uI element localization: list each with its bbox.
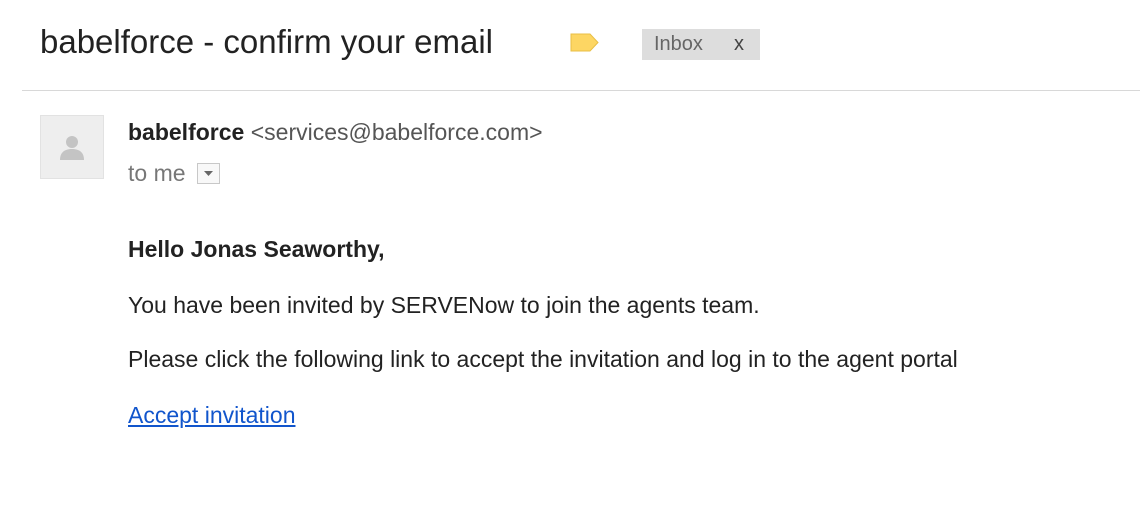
sender-line: babelforce <services@babelforce.com> — [128, 116, 543, 148]
recipient-line: to me — [128, 157, 220, 189]
inbox-label-text: Inbox — [654, 33, 703, 55]
sender-avatar — [40, 115, 104, 179]
accept-invitation-link[interactable]: Accept invitation — [128, 399, 295, 431]
email-subject: babelforce - confirm your email — [40, 23, 494, 60]
recipient-text: to me — [128, 160, 186, 186]
email-paragraph-instructions: Please click the following link to accep… — [128, 346, 958, 372]
email-paragraph-invite: You have been invited by SERVENow to joi… — [128, 292, 760, 318]
sender-name: babelforce — [128, 119, 245, 145]
remove-label-button[interactable]: x — [734, 33, 744, 56]
show-details-button[interactable] — [196, 162, 220, 184]
email-greeting: Hello Jonas Seaworthy, — [128, 236, 385, 262]
sender-email: <services@babelforce.com> — [250, 119, 543, 145]
inbox-label-chip: Inbox x — [642, 29, 760, 60]
person-icon — [60, 136, 84, 160]
header-divider — [22, 90, 1140, 91]
label-tag-icon[interactable] — [569, 33, 599, 52]
email-header: babelforce - confirm your email Inbox x — [0, 0, 1140, 92]
dropdown-arrow-icon — [203, 170, 213, 176]
